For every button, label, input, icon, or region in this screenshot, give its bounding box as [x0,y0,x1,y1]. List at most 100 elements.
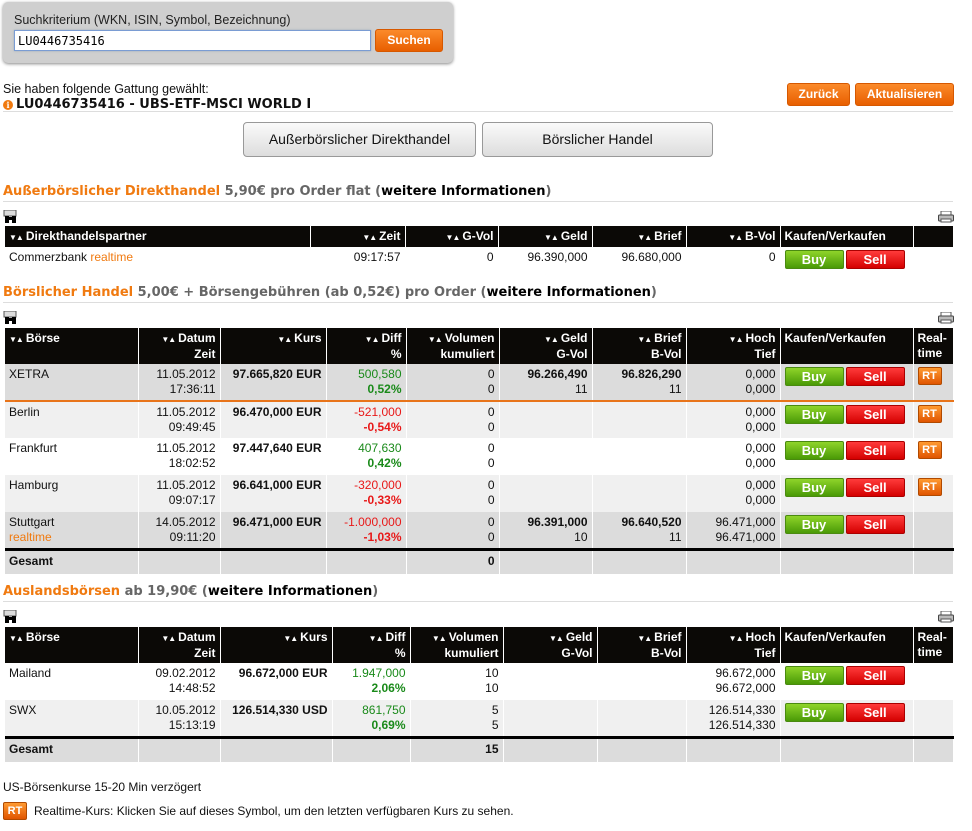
sell-button[interactable]: Sell [845,515,905,534]
sort-icon[interactable]: ▼▲ [729,335,744,344]
binoculars-icon[interactable] [3,610,18,624]
sort-icon[interactable]: ▼▲ [428,335,443,344]
sort-icon[interactable]: ▼▲ [283,634,298,643]
sort-icon[interactable]: ▼▲ [729,634,744,643]
otc-trading-button[interactable]: Außerbörslicher Direkthandel [243,122,476,157]
sell-button[interactable]: Sell [845,478,905,497]
print-icon[interactable] [938,611,954,623]
sort-icon[interactable]: ▼▲ [161,335,176,344]
sort-icon[interactable]: ▼▲ [9,335,24,344]
realtime-link[interactable]: realtime [90,250,133,264]
cell-value: 09:07:17 [168,493,216,507]
print-icon[interactable] [938,211,954,223]
column-header[interactable]: ▼▲ Brief B-Vol [597,627,687,663]
buy-button[interactable]: Buy [784,250,844,269]
sort-icon[interactable]: ▼▲ [432,634,447,643]
search-input[interactable] [14,30,371,51]
total-row: Gesamt 0 [5,548,954,574]
column-header[interactable]: ▼▲ Brief B-Vol [592,328,687,364]
buy-button[interactable]: Buy [784,367,844,386]
sort-icon[interactable]: ▼▲ [369,634,384,643]
sort-icon[interactable]: ▼▲ [446,233,461,242]
sort-icon[interactable]: ▼▲ [161,634,176,643]
table-cell [499,438,593,475]
exchange-trading-button[interactable]: Börslicher Handel [482,122,713,157]
column-header[interactable]: ▼▲ Diff% [326,328,407,364]
column-header[interactable]: ▼▲ Geld [498,226,593,247]
exchange-name: XETRA [9,367,50,381]
buy-button[interactable]: Buy [784,666,844,685]
header-label: Hoch [745,331,776,345]
column-header[interactable]: ▼▲ B-Vol [686,226,781,247]
sort-icon[interactable]: ▼▲ [544,335,559,344]
cell-value: 0 [487,420,495,434]
table-cell: 09:17:57 [310,247,406,272]
sell-button[interactable]: Sell [845,703,905,722]
column-header[interactable]: ▼▲ Volumen kumuliert [410,627,504,663]
sell-button[interactable]: Sell [845,441,905,460]
binoculars-icon[interactable] [3,210,18,224]
column-header[interactable]: ▼▲ Datum Zeit [138,328,221,364]
column-header[interactable]: ▼▲ Hoch Tief [686,328,781,364]
cell-value: 0,000 [745,420,776,434]
print-icon[interactable] [938,312,954,324]
sort-icon[interactable]: ▼▲ [544,233,559,242]
column-header[interactable]: ▼▲ Börse [5,627,139,663]
sort-icon[interactable]: ▼▲ [277,335,292,344]
column-header[interactable]: ▼▲ Geld G-Vol [499,328,593,364]
column-header[interactable]: ▼▲ G-Vol [405,226,499,247]
sort-icon[interactable]: ▼▲ [365,335,380,344]
column-header[interactable]: ▼▲ Diff% [332,627,411,663]
header-sublabel: Tief [754,646,776,660]
refresh-button[interactable]: Aktualisieren [855,83,954,106]
sell-button[interactable]: Sell [845,405,905,424]
cell-value: 5 [491,718,499,732]
more-info-link[interactable]: weitere Informationen [487,285,651,300]
column-header[interactable]: ▼▲ Kurs [220,627,333,663]
buy-button[interactable]: Buy [784,703,844,722]
column-header[interactable]: ▼▲ Zeit [310,226,406,247]
more-info-link[interactable]: weitere Informationen [381,184,545,199]
rt-button[interactable]: RT [917,478,942,496]
sort-icon[interactable]: ▼▲ [549,634,564,643]
partner-name: Commerzbank [9,250,88,264]
cell-value: 96.640,520 [621,515,682,529]
column-header[interactable]: ▼▲ Kurs [220,328,327,364]
sell-button[interactable]: Sell [845,367,905,386]
sell-button[interactable]: Sell [845,666,905,685]
buy-button[interactable]: Buy [784,441,844,460]
sort-icon[interactable]: ▼▲ [9,634,24,643]
sort-icon[interactable]: ▼▲ [637,335,652,344]
back-button[interactable]: Zurück [787,83,850,106]
table-cell [592,548,687,574]
sort-icon[interactable]: ▼▲ [362,233,377,242]
buy-button[interactable]: Buy [784,478,844,497]
sell-button[interactable]: Sell [845,250,905,269]
otc-table: ▼▲ Direkthandelspartner ▼▲ Zeit ▼▲ G-Vol ▼▲ Gel… [5,226,954,272]
foreign-section-heading: Auslandsbörsen ab 19,90€ (weitere Inform… [3,584,379,599]
column-header[interactable]: ▼▲ Brief [592,226,687,247]
sort-icon[interactable]: ▼▲ [637,634,652,643]
rt-button[interactable]: RT [917,405,942,423]
column-header[interactable]: ▼▲ Datum Zeit [138,627,221,663]
sort-icon[interactable]: ▼▲ [728,233,743,242]
column-header[interactable]: ▼▲ Hoch Tief [686,627,781,663]
cell-value: 11.05.2012 [156,441,216,455]
column-header[interactable]: ▼▲ Volumen kumuliert [406,328,500,364]
rt-button[interactable]: RT [917,367,942,385]
more-info-link[interactable]: weitere Informationen [208,584,372,599]
buy-button[interactable]: Buy [784,405,844,424]
column-header[interactable]: ▼▲ Direkthandelspartner [5,226,311,247]
column-header[interactable]: ▼▲ Geld G-Vol [503,627,598,663]
binoculars-icon[interactable] [3,311,18,325]
cell-value: 0 [487,515,495,529]
table-cell [326,548,407,574]
search-button[interactable]: Suchen [375,29,443,52]
rt-button[interactable]: RT [917,441,942,459]
column-header[interactable]: ▼▲ Börse [5,328,139,364]
sort-icon[interactable]: ▼▲ [637,233,652,242]
table-cell: 97.665,820 EUR [220,364,327,402]
sort-icon[interactable]: ▼▲ [9,233,24,242]
header-sublabel: Tief [754,347,776,361]
buy-button[interactable]: Buy [784,515,844,534]
